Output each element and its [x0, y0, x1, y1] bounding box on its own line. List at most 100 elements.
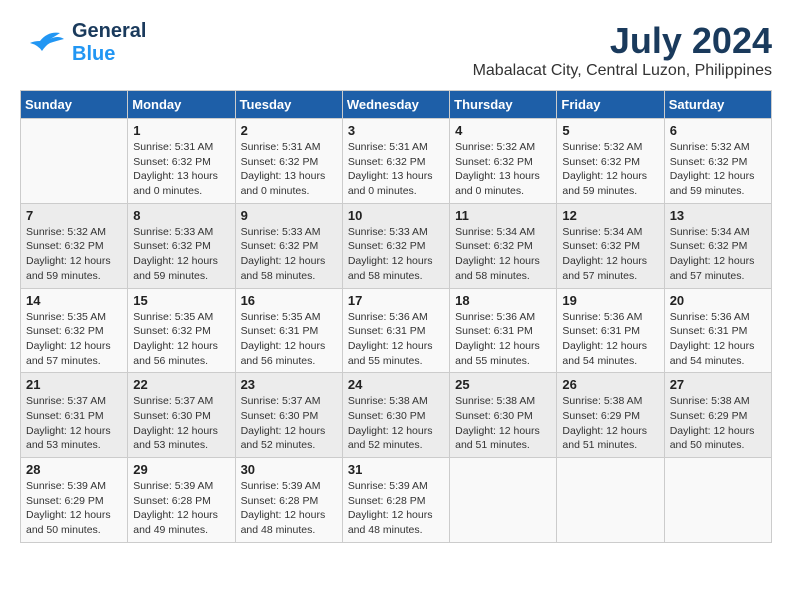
sunset-text: Sunset: 6:32 PM [562, 239, 658, 254]
calendar-cell: 7Sunrise: 5:32 AMSunset: 6:32 PMDaylight… [21, 203, 128, 288]
day-number: 2 [241, 123, 337, 138]
calendar-week-4: 21 Sunrise: 5:37 AMSunset: 6:31 PMDayligh… [21, 373, 772, 458]
daylight-text: Daylight: 12 hours and 57 minutes. [562, 254, 658, 283]
sunset-text: Sunset: 6:29 PM [670, 409, 766, 424]
day-info: Sunrise: 5:36 AMSunset: 6:31 PMDaylight:… [562, 310, 658, 369]
daylight-text: Daylight: 12 hours and 50 minutes. [26, 508, 122, 537]
daylight-text: Daylight: 13 hours and 0 minutes. [241, 169, 337, 198]
daylight-text: Daylight: 12 hours and 48 minutes. [348, 508, 444, 537]
sunrise-text: Sunrise: 5:37 AM [241, 394, 337, 409]
calendar-cell: 11Sunrise: 5:34 AMSunset: 6:32 PMDayligh… [450, 203, 557, 288]
weekday-header-friday: Friday [557, 91, 664, 119]
sunrise-text: Sunrise: 5:38 AM [670, 394, 766, 409]
daylight-text: Daylight: 13 hours and 0 minutes. [455, 169, 551, 198]
daylight-text: Daylight: 12 hours and 56 minutes. [241, 339, 337, 368]
day-number: 9 [241, 208, 337, 223]
calendar-cell: 9Sunrise: 5:33 AMSunset: 6:32 PMDaylight… [235, 203, 342, 288]
day-number: 7 [26, 208, 122, 223]
sunrise-text: Sunrise: 5:34 AM [455, 225, 551, 240]
day-number: 22 [133, 377, 229, 392]
day-info: Sunrise: 5:31 AMSunset: 6:32 PMDaylight:… [241, 140, 337, 199]
day-number: 23 [241, 377, 337, 392]
sunset-text: Sunset: 6:29 PM [26, 494, 122, 509]
calendar-cell: 17Sunrise: 5:36 AMSunset: 6:31 PMDayligh… [342, 288, 449, 373]
day-info: Sunrise: 5:37 AMSunset: 6:31 PMDaylight:… [26, 394, 122, 453]
sunrise-text: Sunrise: 5:32 AM [670, 140, 766, 155]
sunrise-text: Sunrise: 5:31 AM [133, 140, 229, 155]
sunset-text: Sunset: 6:30 PM [348, 409, 444, 424]
daylight-text: Daylight: 12 hours and 59 minutes. [26, 254, 122, 283]
day-number: 21 [26, 377, 122, 392]
day-number: 4 [455, 123, 551, 138]
calendar-cell: 1Sunrise: 5:31 AMSunset: 6:32 PMDaylight… [128, 119, 235, 204]
sunrise-text: Sunrise: 5:39 AM [26, 479, 122, 494]
day-info: Sunrise: 5:38 AMSunset: 6:30 PMDaylight:… [455, 394, 551, 453]
day-info: Sunrise: 5:37 AMSunset: 6:30 PMDaylight:… [133, 394, 229, 453]
day-info: Sunrise: 5:34 AMSunset: 6:32 PMDaylight:… [455, 225, 551, 284]
page-header: General Blue July 2024 Mabalacat City, C… [20, 20, 772, 80]
sunset-text: Sunset: 6:32 PM [133, 239, 229, 254]
daylight-text: Daylight: 12 hours and 55 minutes. [348, 339, 444, 368]
calendar-cell: 12 Sunrise: 5:34 AMSunset: 6:32 PMDayligh… [557, 203, 664, 288]
day-number: 26 [562, 377, 658, 392]
sunrise-text: Sunrise: 5:36 AM [348, 310, 444, 325]
daylight-text: Daylight: 12 hours and 59 minutes. [133, 254, 229, 283]
calendar-cell: 8Sunrise: 5:33 AMSunset: 6:32 PMDaylight… [128, 203, 235, 288]
calendar-cell: 30Sunrise: 5:39 AMSunset: 6:28 PMDayligh… [235, 458, 342, 543]
sunrise-text: Sunrise: 5:33 AM [133, 225, 229, 240]
calendar-cell: 25Sunrise: 5:38 AMSunset: 6:30 PMDayligh… [450, 373, 557, 458]
main-title: July 2024 [473, 20, 772, 62]
logo-text: General Blue [72, 20, 146, 66]
day-info: Sunrise: 5:39 AMSunset: 6:28 PMDaylight:… [241, 479, 337, 538]
calendar-table: SundayMondayTuesdayWednesdayThursdayFrid… [20, 90, 772, 543]
daylight-text: Daylight: 13 hours and 0 minutes. [133, 169, 229, 198]
sunset-text: Sunset: 6:32 PM [455, 239, 551, 254]
calendar-cell: 10Sunrise: 5:33 AMSunset: 6:32 PMDayligh… [342, 203, 449, 288]
calendar-cell: 24 Sunrise: 5:38 AMSunset: 6:30 PMDayligh… [342, 373, 449, 458]
sunset-text: Sunset: 6:30 PM [133, 409, 229, 424]
day-info: Sunrise: 5:32 AMSunset: 6:32 PMDaylight:… [455, 140, 551, 199]
sub-title: Mabalacat City, Central Luzon, Philippin… [473, 62, 772, 80]
sunrise-text: Sunrise: 5:32 AM [562, 140, 658, 155]
daylight-text: Daylight: 12 hours and 52 minutes. [241, 424, 337, 453]
day-number: 5 [562, 123, 658, 138]
calendar-cell: 19Sunrise: 5:36 AMSunset: 6:31 PMDayligh… [557, 288, 664, 373]
day-number: 10 [348, 208, 444, 223]
day-info: Sunrise: 5:34 AMSunset: 6:32 PMDaylight:… [562, 225, 658, 284]
day-info: Sunrise: 5:37 AMSunset: 6:30 PMDaylight:… [241, 394, 337, 453]
sunrise-text: Sunrise: 5:39 AM [241, 479, 337, 494]
day-number: 14 [26, 293, 122, 308]
calendar-cell: 31Sunrise: 5:39 AMSunset: 6:28 PMDayligh… [342, 458, 449, 543]
sunrise-text: Sunrise: 5:33 AM [348, 225, 444, 240]
daylight-text: Daylight: 12 hours and 58 minutes. [241, 254, 337, 283]
sunset-text: Sunset: 6:28 PM [241, 494, 337, 509]
day-info: Sunrise: 5:38 AMSunset: 6:30 PMDaylight:… [348, 394, 444, 453]
weekday-header-sunday: Sunday [21, 91, 128, 119]
sunrise-text: Sunrise: 5:32 AM [455, 140, 551, 155]
daylight-text: Daylight: 12 hours and 51 minutes. [455, 424, 551, 453]
sunrise-text: Sunrise: 5:31 AM [348, 140, 444, 155]
day-info: Sunrise: 5:36 AMSunset: 6:31 PMDaylight:… [348, 310, 444, 369]
day-number: 28 [26, 462, 122, 477]
calendar-cell: 21 Sunrise: 5:37 AMSunset: 6:31 PMDayligh… [21, 373, 128, 458]
daylight-text: Daylight: 12 hours and 53 minutes. [133, 424, 229, 453]
calendar-cell [21, 119, 128, 204]
day-info: Sunrise: 5:35 AMSunset: 6:31 PMDaylight:… [241, 310, 337, 369]
day-number: 24 [348, 377, 444, 392]
daylight-text: Daylight: 12 hours and 50 minutes. [670, 424, 766, 453]
day-number: 15 [133, 293, 229, 308]
calendar-cell: 22 Sunrise: 5:37 AMSunset: 6:30 PMDayligh… [128, 373, 235, 458]
calendar-cell: 20Sunrise: 5:36 AMSunset: 6:31 PMDayligh… [664, 288, 771, 373]
sunrise-text: Sunrise: 5:34 AM [562, 225, 658, 240]
daylight-text: Daylight: 13 hours and 0 minutes. [348, 169, 444, 198]
day-number: 12 [562, 208, 658, 223]
daylight-text: Daylight: 12 hours and 57 minutes. [26, 339, 122, 368]
daylight-text: Daylight: 12 hours and 55 minutes. [455, 339, 551, 368]
daylight-text: Daylight: 12 hours and 56 minutes. [133, 339, 229, 368]
logo-line1: General [72, 20, 146, 43]
sunrise-text: Sunrise: 5:35 AM [133, 310, 229, 325]
sunrise-text: Sunrise: 5:35 AM [26, 310, 122, 325]
sunset-text: Sunset: 6:32 PM [348, 155, 444, 170]
sunset-text: Sunset: 6:28 PM [348, 494, 444, 509]
calendar-cell: 28 Sunrise: 5:39 AMSunset: 6:29 PMDayligh… [21, 458, 128, 543]
